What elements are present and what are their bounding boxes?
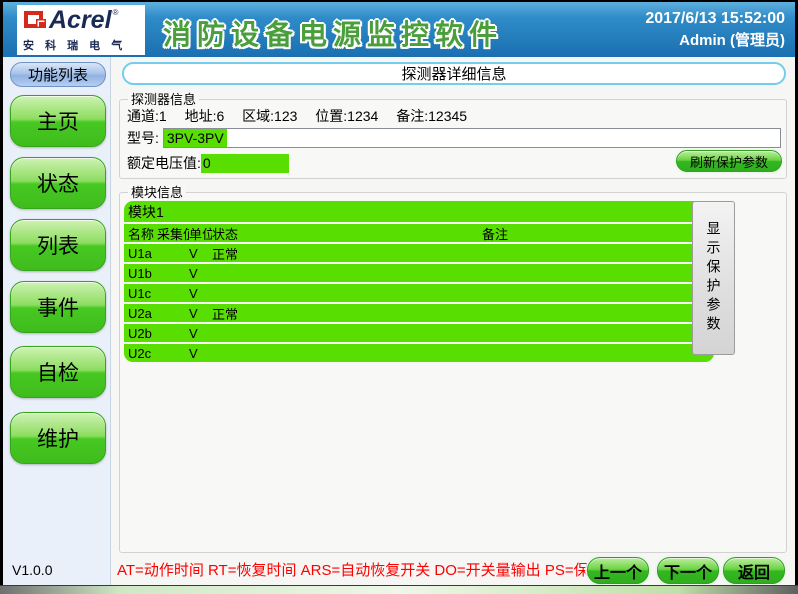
module-table-header: 名称 采集值 单位 状态 备注: [124, 224, 714, 242]
module-table-row[interactable]: U1c V: [124, 284, 714, 302]
cell-name: U2b: [128, 326, 157, 341]
app-window: Acrel ® 安 科 瑞 电 气 消防设备电源监控软件 2017/6/13 1…: [0, 0, 798, 594]
module-table-row[interactable]: U2b V: [124, 324, 714, 342]
page-title: 探测器详细信息: [122, 62, 786, 85]
abbreviation-legend: AT=动作时间 RT=恢复时间 ARS=自动恢复开关 DO=开关量输出 PS=保…: [117, 555, 590, 586]
footer-bar: AT=动作时间 RT=恢复时间 ARS=自动恢复开关 DO=开关量输出 PS=保…: [112, 555, 795, 586]
cell-status: 正常: [212, 244, 276, 263]
cell-unit: V: [189, 286, 212, 301]
back-button[interactable]: 返回: [723, 557, 785, 584]
sidebar: 功能列表 主页状态列表事件自检维护 V1.0.0: [3, 57, 111, 586]
registered-mark: ®: [113, 9, 119, 17]
module-info-group: 模块信息 模块1 名称 采集值 单位 状态 备注 U1aV正常U1bVU1cVU…: [119, 192, 787, 553]
current-user-label: Admin (管理员): [645, 30, 785, 51]
module-table-body: U1aV正常U1bVU1cVU2aV正常U2bVU2cV: [124, 244, 714, 362]
acrel-logo-icon: [23, 8, 49, 34]
cell-name: U1c: [128, 286, 157, 301]
note-value: 备注:12345: [396, 108, 467, 124]
sidebar-item-maintenance[interactable]: 维护: [10, 412, 106, 464]
show-protection-params-button[interactable]: 显示保护参数: [692, 201, 735, 355]
brand-name: Acrel: [49, 8, 112, 33]
module-table-row[interactable]: U2c V: [124, 344, 714, 362]
main-content: 探测器详细信息 探测器信息 通道:1 地址:6 区域:123 位置:1234 备…: [112, 57, 795, 586]
module-title-row[interactable]: 模块1: [124, 201, 714, 222]
sidebar-nav: 主页状态列表事件自检维护: [10, 95, 106, 474]
cell-unit: V: [189, 306, 212, 321]
sidebar-item-home[interactable]: 主页: [10, 95, 106, 147]
region-value: 区域:123: [242, 108, 297, 124]
cell-unit: V: [189, 246, 212, 261]
address-value: 地址:6: [185, 108, 225, 124]
title-bar: Acrel ® 安 科 瑞 电 气 消防设备电源监控软件 2017/6/13 1…: [3, 2, 795, 57]
col-unit: 单位: [189, 224, 212, 243]
cell-unit: V: [189, 266, 212, 281]
detector-info-group: 探测器信息 通道:1 地址:6 区域:123 位置:1234 备注:12345 …: [119, 99, 787, 179]
cell-name: U2c: [128, 346, 157, 361]
position-value: 位置:1234: [315, 108, 378, 124]
model-value: 3PV-3PV: [164, 129, 227, 147]
brand-row: Acrel ®: [23, 8, 145, 34]
channel-value: 通道:1: [127, 108, 167, 124]
next-button[interactable]: 下一个: [657, 557, 719, 584]
module-table: 模块1 名称 采集值 单位 状态 备注 U1aV正常U1bVU1cVU2aV正常…: [124, 201, 714, 362]
cell-unit: V: [189, 326, 212, 341]
rated-voltage-label: 额定电压值:: [127, 153, 201, 173]
module-table-row[interactable]: U1b V: [124, 264, 714, 282]
sidebar-item-list[interactable]: 列表: [10, 219, 106, 271]
model-label: 型号:: [127, 128, 159, 148]
refresh-protection-params-button[interactable]: 刷新保护参数: [676, 150, 782, 172]
cell-name: U2a: [128, 306, 157, 321]
module-table-row[interactable]: U1a V正常: [124, 244, 714, 262]
acrel-logo: Acrel ® 安 科 瑞 电 气: [17, 5, 145, 55]
version-label: V1.0.0: [12, 562, 52, 578]
sidebar-item-status[interactable]: 状态: [10, 157, 106, 209]
cell-status: 正常: [212, 304, 276, 323]
rated-voltage-field[interactable]: 0: [201, 154, 289, 173]
brand-subtitle: 安 科 瑞 电 气: [23, 37, 145, 53]
cell-name: U1b: [128, 266, 157, 281]
model-input[interactable]: 3PV-3PV: [163, 128, 781, 148]
module-info-group-label: 模块信息: [128, 185, 186, 200]
app-frame: Acrel ® 安 科 瑞 电 气 消防设备电源监控软件 2017/6/13 1…: [3, 2, 795, 586]
module-table-row[interactable]: U2a V正常: [124, 304, 714, 322]
sidebar-item-selftest[interactable]: 自检: [10, 346, 106, 398]
model-row: 型号: 3PV-3PV: [127, 127, 781, 148]
rated-voltage-value: 0: [203, 155, 211, 171]
col-name: 名称: [128, 224, 157, 243]
window-bottom-frame: [0, 585, 798, 594]
detector-summary: 通道:1 地址:6 区域:123 位置:1234 备注:12345: [127, 106, 481, 126]
cell-name: U1a: [128, 246, 157, 261]
header-right: 2017/6/13 15:52:00 Admin (管理员): [645, 7, 785, 51]
col-status: 状态: [212, 224, 276, 243]
detector-info-group-label: 探测器信息: [128, 92, 199, 107]
col-value: 采集值: [157, 224, 189, 243]
datetime-label: 2017/6/13 15:52:00: [645, 7, 785, 30]
col-remark: 备注: [276, 224, 714, 243]
cell-unit: V: [189, 346, 212, 361]
function-list-label[interactable]: 功能列表: [10, 62, 106, 87]
previous-button[interactable]: 上一个: [587, 557, 649, 584]
sidebar-item-events[interactable]: 事件: [10, 281, 106, 333]
app-title: 消防设备电源监控软件: [163, 13, 503, 53]
